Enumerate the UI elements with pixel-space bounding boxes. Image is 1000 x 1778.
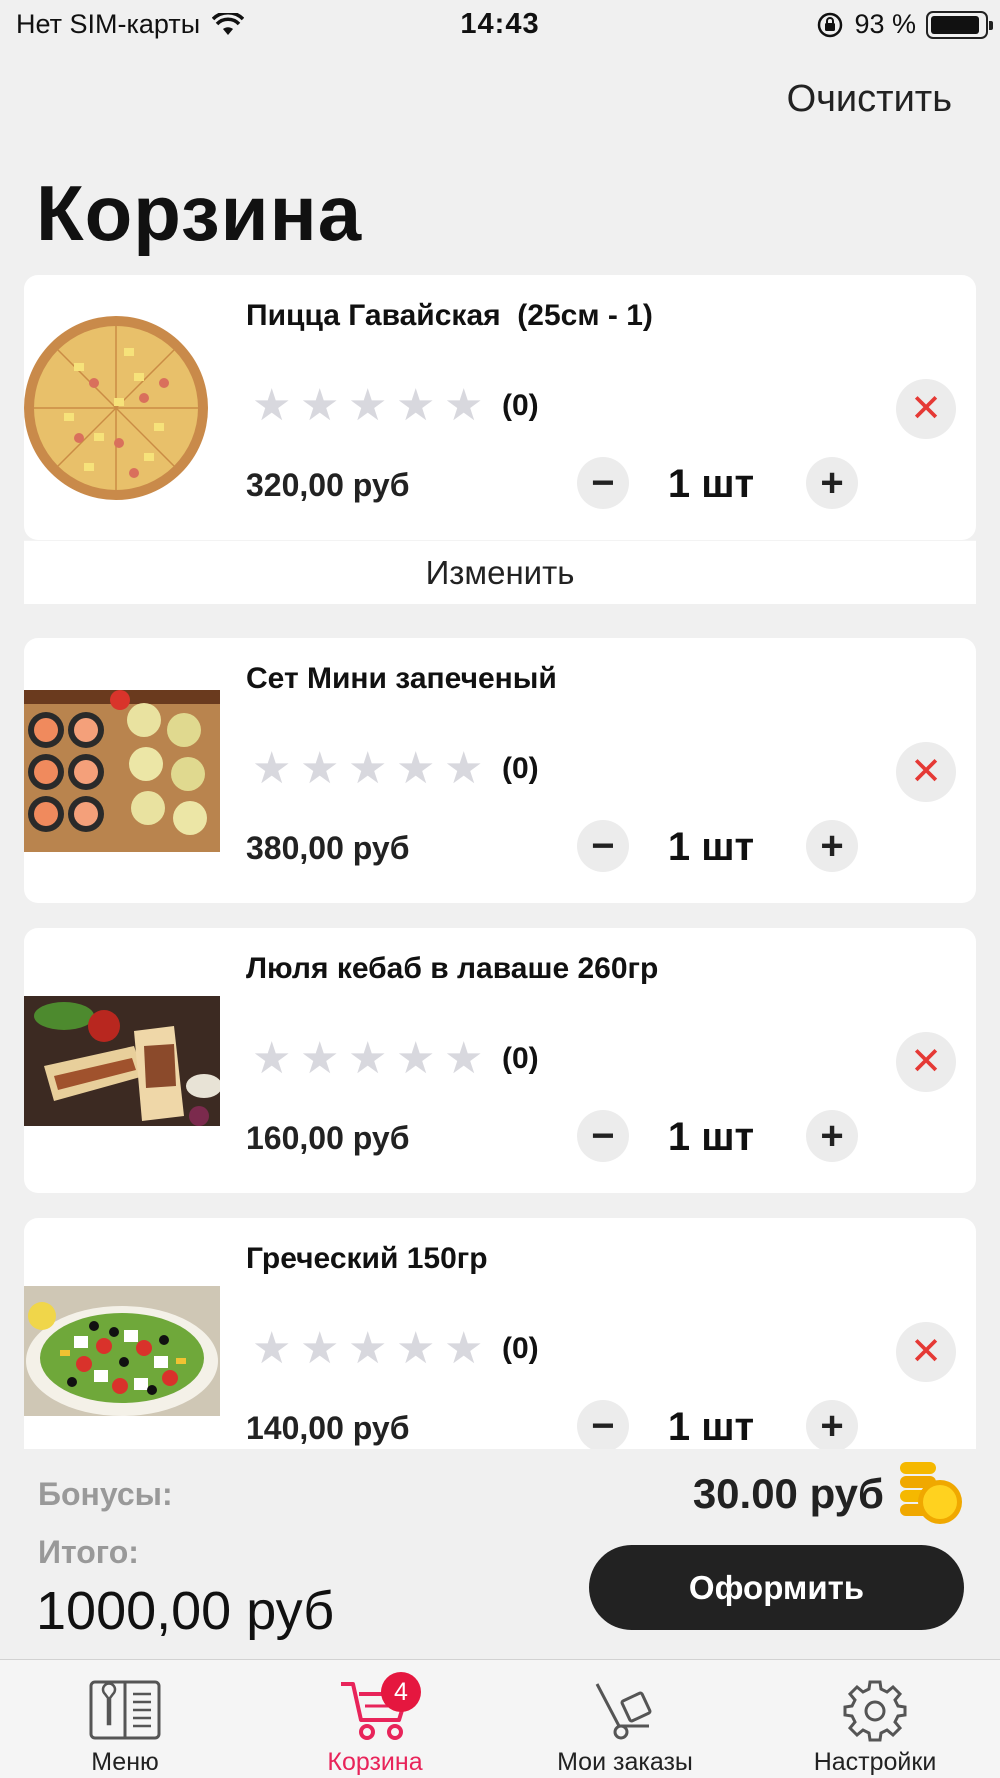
status-right: 93 % [816,9,993,40]
star-icon: ★ [348,1324,388,1373]
total-label: Итого: [38,1534,139,1570]
decrease-quantity-button[interactable]: − [577,1400,629,1449]
tab-menu[interactable]: Меню [0,1660,250,1778]
bonus-value: 30.00 руб [692,1470,884,1517]
bonus-label: Бонусы: [38,1476,173,1512]
item-quantity: 1 шт [667,1405,755,1449]
cart-item[interactable]: Сет Мини запеченый ★ ★ ★ ★ ★ (0) 380,00 … [24,638,976,903]
star-icon: ★ [348,1034,388,1083]
tab-cart[interactable]: 4 Корзина [250,1660,500,1778]
close-icon: ✕ [910,388,942,430]
menu-book-icon [89,1680,161,1740]
tab-label: Корзина [327,1748,423,1776]
star-icon: ★ [396,1324,436,1373]
remove-item-button[interactable]: ✕ [896,379,956,439]
star-icon: ★ [444,1324,484,1373]
star-icon: ★ [300,381,340,430]
rating-count: (0) [502,1332,539,1365]
item-image [24,1218,220,1449]
greek-salad-image [24,1285,220,1416]
star-icon: ★ [348,381,388,430]
item-image [24,638,220,903]
total-value: 1000,00 руб [36,1581,335,1641]
coins-icon [900,1462,962,1524]
tab-settings[interactable]: Настройки [750,1660,1000,1778]
star-icon: ★ [300,1034,340,1083]
carrier-label: Нет SIM-карты [16,9,201,39]
page-title: Корзина [36,169,363,257]
tab-label: Мои заказы [557,1748,693,1776]
item-image [24,275,220,540]
item-name: Греческий 150гр [246,1242,488,1275]
status-bar: Нет SIM-карты 14:43 93 % [0,0,1000,52]
item-name: Пицца Гавайская (25см - 1) [246,299,653,332]
tab-label: Настройки [813,1748,937,1776]
rating-count: (0) [502,752,539,785]
star-icon: ★ [396,1034,436,1083]
tab-my-orders[interactable]: Мои заказы [500,1660,750,1778]
star-icon: ★ [252,744,292,793]
checkout-button[interactable]: Оформить [589,1545,964,1630]
cart-list[interactable]: Пицца Гавайская (25см - 1) ★ ★ ★ ★ ★ (0)… [24,275,976,1449]
cart-item[interactable]: Греческий 150гр ★ ★ ★ ★ ★ (0) 140,00 руб… [24,1218,976,1449]
remove-item-button[interactable]: ✕ [896,1032,956,1092]
wifi-icon [212,12,245,35]
star-icon: ★ [444,744,484,793]
battery-icon [926,10,993,39]
item-rating: ★ ★ ★ ★ ★ (0) [252,1324,539,1373]
decrease-quantity-button[interactable]: − [577,1110,629,1162]
orientation-lock-icon [818,12,843,37]
battery-percent: 93 % [854,9,916,39]
cart-item[interactable]: Люля кебаб в лаваше 260гр ★ ★ ★ ★ ★ (0) … [24,928,976,1193]
pizza-image [24,315,208,500]
star-icon: ★ [444,381,484,430]
item-price: 140,00 руб [246,1410,410,1446]
item-quantity: 1 шт [667,462,755,506]
tab-label: Меню [91,1748,159,1776]
decrease-quantity-button[interactable]: − [577,820,629,872]
item-price: 160,00 руб [246,1120,410,1156]
item-rating: ★ ★ ★ ★ ★ (0) [252,381,539,430]
tab-bar: Меню 4 Корзина Мои заказы Настройки [0,1659,1000,1778]
close-icon: ✕ [910,1041,942,1083]
star-icon: ★ [396,381,436,430]
star-icon: ★ [348,744,388,793]
star-icon: ★ [252,1324,292,1373]
star-icon: ★ [444,1034,484,1083]
close-icon: ✕ [910,1331,942,1373]
increase-quantity-button[interactable]: + [806,820,858,872]
clear-cart-button[interactable]: Очистить [787,78,952,121]
item-rating: ★ ★ ★ ★ ★ (0) [252,1034,539,1083]
cart-count-badge: 4 [381,1672,421,1712]
carrier-group: Нет SIM-карты [16,9,245,40]
item-quantity: 1 шт [667,1115,755,1159]
remove-item-button[interactable]: ✕ [896,742,956,802]
increase-quantity-button[interactable]: + [806,457,858,509]
gear-icon [843,1680,907,1742]
item-image [24,928,220,1193]
decrease-quantity-button[interactable]: − [577,457,629,509]
rating-count: (0) [502,1042,539,1075]
star-icon: ★ [300,744,340,793]
increase-quantity-button[interactable]: + [806,1400,858,1449]
rating-count: (0) [502,389,539,422]
edit-item-button[interactable]: Изменить [24,540,976,604]
star-icon: ★ [252,1034,292,1083]
item-quantity: 1 шт [667,825,755,869]
close-icon: ✕ [910,751,942,793]
increase-quantity-button[interactable]: + [806,1110,858,1162]
star-icon: ★ [300,1324,340,1373]
item-rating: ★ ★ ★ ★ ★ (0) [252,744,539,793]
star-icon: ★ [252,381,292,430]
cart-item[interactable]: Пицца Гавайская (25см - 1) ★ ★ ★ ★ ★ (0)… [24,275,976,604]
item-price: 320,00 руб [246,467,410,503]
hand-truck-icon [595,1683,652,1740]
star-icon: ★ [396,744,436,793]
kebab-wrap-image [24,995,220,1126]
item-name: Сет Мини запеченый [246,662,557,695]
remove-item-button[interactable]: ✕ [896,1322,956,1382]
sushi-set-image [24,689,220,852]
item-price: 380,00 руб [246,830,410,866]
item-name: Люля кебаб в лаваше 260гр [246,952,659,985]
